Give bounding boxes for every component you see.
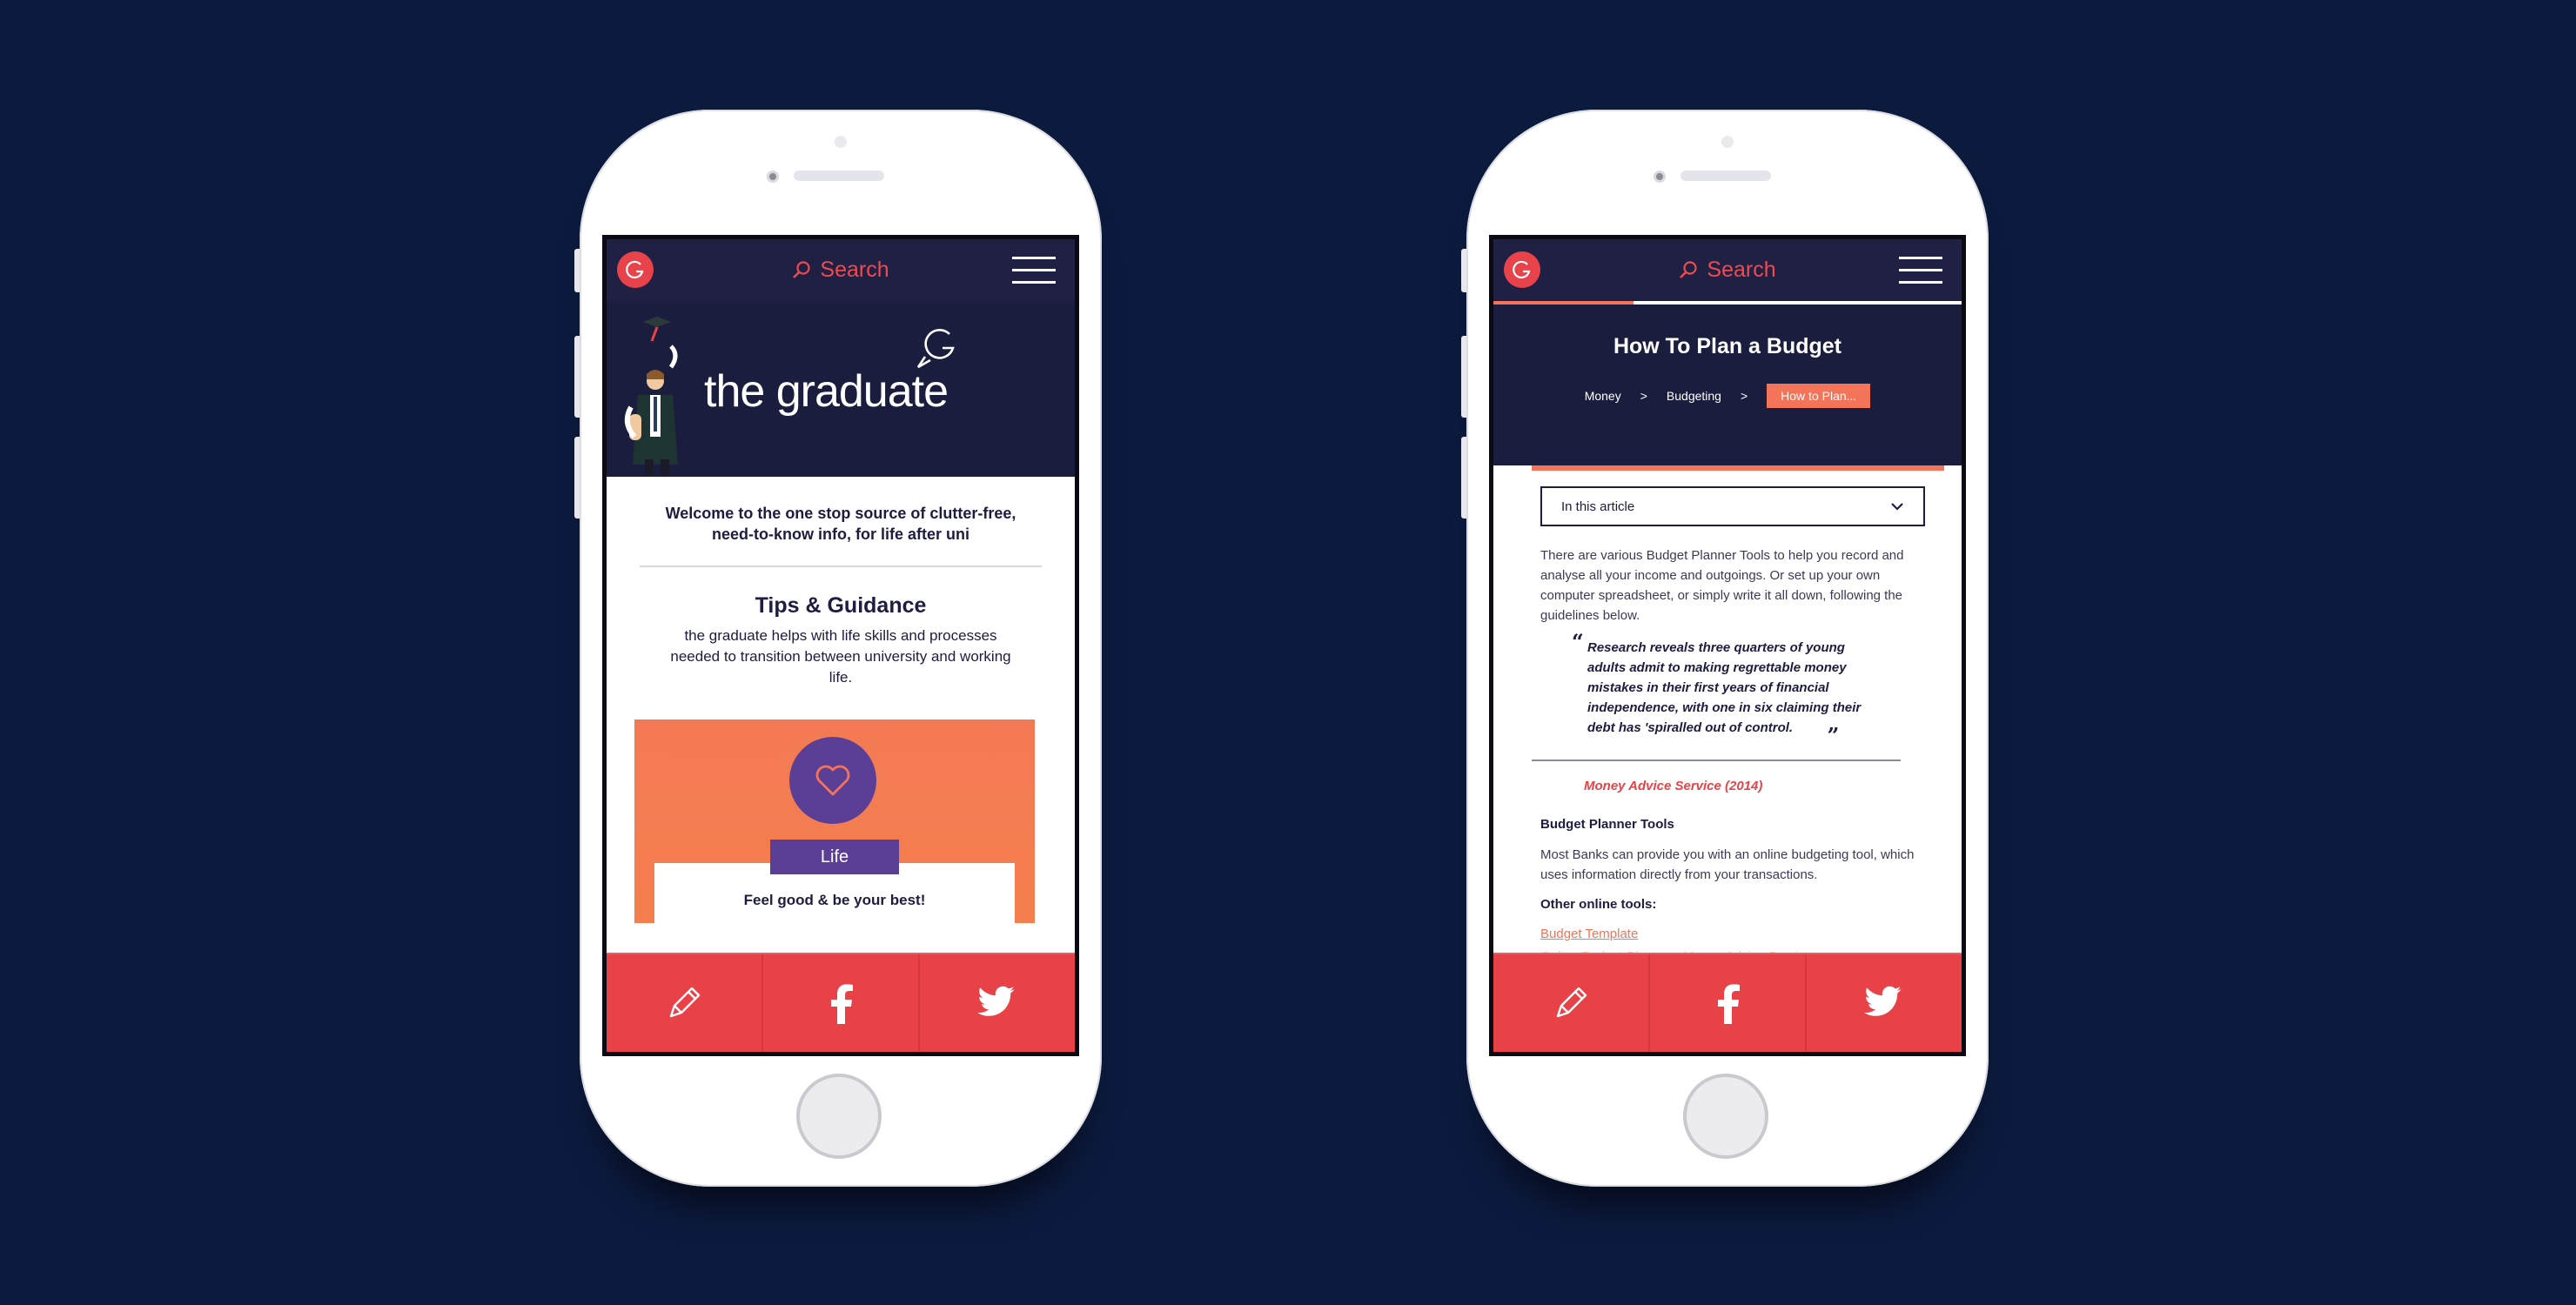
tools-paragraph: Most Banks can provide you with an onlin… xyxy=(1540,847,1915,882)
edit-button[interactable] xyxy=(1493,954,1650,1052)
twitter-icon xyxy=(977,986,1015,1016)
graduate-illustration xyxy=(624,317,678,475)
share-bar xyxy=(1493,953,1962,1052)
front-camera xyxy=(767,171,779,183)
quote-close-mark: „ xyxy=(1828,711,1840,736)
toc-dropdown[interactable]: In this article xyxy=(1540,486,1925,526)
search-icon xyxy=(793,261,810,278)
article-title: How To Plan a Budget xyxy=(1613,334,1842,358)
top-nav: Search xyxy=(607,239,1075,300)
category-tag: Life xyxy=(770,840,899,874)
section-text: the graduate helps with life skills and … xyxy=(670,627,1011,686)
intro-paragraph: There are various Budget Planner Tools t… xyxy=(1540,548,1904,623)
breadcrumb-separator: > xyxy=(1740,389,1748,403)
screen-left: Search the graduate Welcome to the one s… xyxy=(602,235,1079,1056)
volume-up-button xyxy=(574,336,580,418)
phone-frame-left: Search the graduate Welcome to the one s… xyxy=(574,110,1102,1187)
search-label: Search xyxy=(820,257,889,282)
facebook-share-button[interactable] xyxy=(763,954,920,1052)
front-camera xyxy=(1654,171,1666,183)
breadcrumb-item-budgeting[interactable]: Budgeting xyxy=(1667,389,1721,403)
menu-icon[interactable] xyxy=(1012,257,1056,284)
pencil-icon xyxy=(1556,987,1587,1018)
earpiece-speaker xyxy=(1680,171,1771,181)
top-nav: Search xyxy=(1493,239,1962,300)
divider xyxy=(640,566,1042,567)
section-heading: Tips & Guidance xyxy=(755,593,927,618)
breadcrumb-separator: > xyxy=(1640,389,1647,403)
home-button[interactable] xyxy=(796,1074,882,1159)
breadcrumb: Money > Budgeting > How to Plan... xyxy=(1493,384,1962,408)
chevron-down-icon xyxy=(1891,503,1903,511)
article-header: How To Plan a Budget Money > Budgeting >… xyxy=(1493,304,1962,465)
search-label: Search xyxy=(1707,257,1776,282)
mute-switch xyxy=(574,249,580,292)
phone-frame-right: Search How To Plan a Budget Money > Budg… xyxy=(1461,110,1989,1187)
article-body: In this article There are various Budget… xyxy=(1493,465,1962,964)
tools-heading: Budget Planner Tools xyxy=(1540,817,1674,832)
life-category-card[interactable]: Feel good & be your best! Life xyxy=(634,719,1035,923)
share-bar xyxy=(607,953,1075,1052)
search-icon xyxy=(1680,261,1697,278)
hero-title: the graduate xyxy=(704,366,949,417)
edit-button[interactable] xyxy=(607,954,763,1052)
home-button[interactable] xyxy=(1683,1074,1768,1159)
logo-icon[interactable] xyxy=(617,251,654,288)
twitter-share-button[interactable] xyxy=(920,954,1075,1052)
breadcrumb-item-money[interactable]: Money xyxy=(1585,389,1621,403)
quote-citation: Money Advice Service (2014) xyxy=(1584,779,1763,793)
facebook-icon xyxy=(831,984,853,1024)
twitter-share-button[interactable] xyxy=(1807,954,1962,1052)
pencil-icon xyxy=(669,987,701,1018)
twitter-icon xyxy=(1864,986,1902,1016)
menu-icon[interactable] xyxy=(1899,257,1942,284)
volume-down-button xyxy=(574,437,580,519)
volume-down-button xyxy=(1461,437,1466,519)
screen-right: Search How To Plan a Budget Money > Budg… xyxy=(1489,235,1966,1056)
facebook-icon xyxy=(1718,984,1740,1024)
hero-banner: the graduate xyxy=(607,304,1075,477)
facebook-share-button[interactable] xyxy=(1650,954,1807,1052)
earpiece-speaker xyxy=(794,171,884,181)
proximity-sensor xyxy=(835,136,847,148)
welcome-text: Welcome to the one stop source of clutte… xyxy=(665,505,1016,543)
breadcrumb-current: How to Plan... xyxy=(1767,384,1871,408)
search-button[interactable]: Search xyxy=(1679,257,1776,283)
other-tools-heading: Other online tools: xyxy=(1540,897,1657,912)
search-button[interactable]: Search xyxy=(792,258,889,283)
quote-divider xyxy=(1532,760,1901,761)
mute-switch xyxy=(1461,249,1466,292)
heart-icon xyxy=(789,737,876,824)
volume-up-button xyxy=(1461,336,1466,418)
toc-label: In this article xyxy=(1561,499,1635,514)
proximity-sensor xyxy=(1721,136,1734,148)
logo-icon[interactable] xyxy=(1504,251,1540,288)
speech-bubble-logo-icon xyxy=(916,329,955,369)
budget-template-link[interactable]: Budget Template xyxy=(1540,927,1638,941)
